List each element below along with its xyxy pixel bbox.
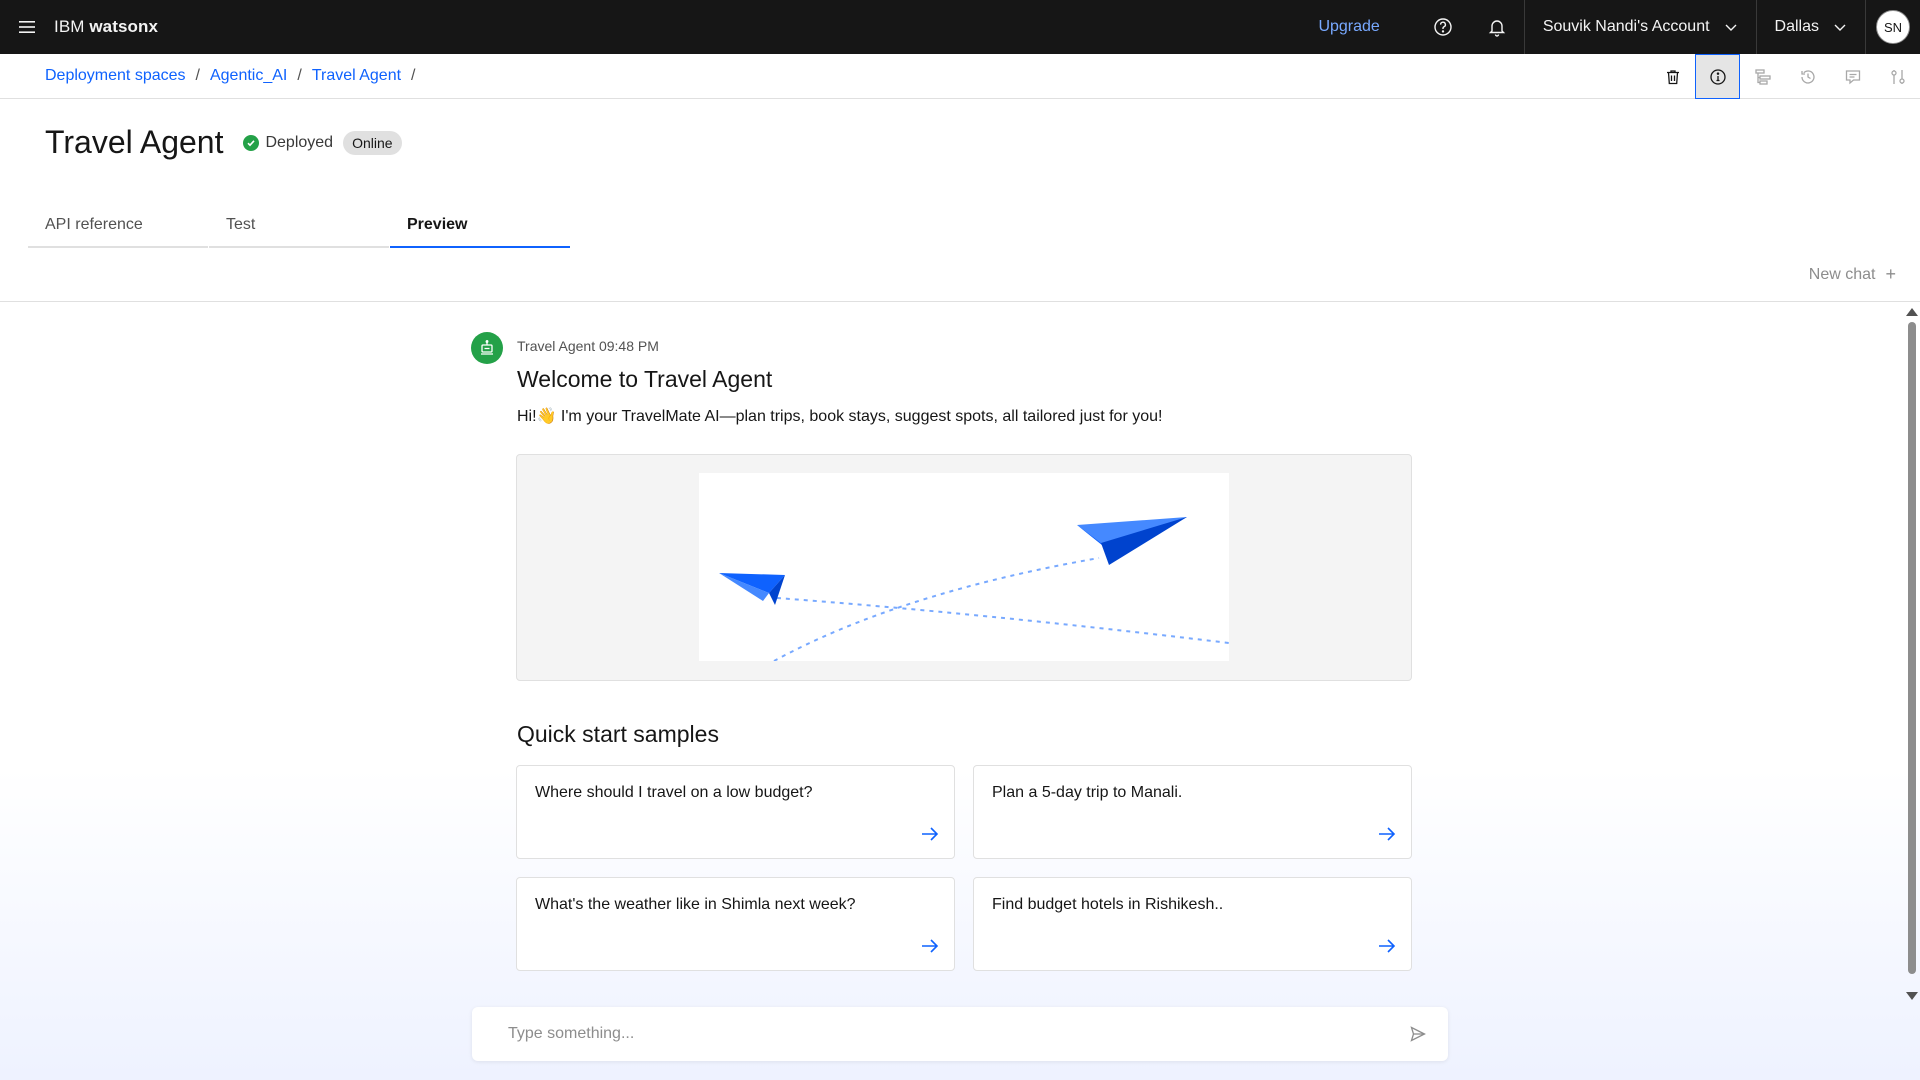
status-label: Deployed [265, 133, 334, 151]
region-switcher[interactable]: Dallas [1757, 0, 1865, 54]
scrollbar-thumb[interactable] [1908, 322, 1916, 974]
breadcrumb-separator: / [195, 67, 200, 84]
message-meta: Travel Agent 09:48 PM [517, 338, 659, 354]
arrow-right-icon [1379, 827, 1396, 841]
chat-icon [1845, 69, 1860, 84]
top-header: IBM watsonx Upgrade Souvik Nandi's Accou… [0, 0, 1920, 54]
settings-adjust-icon [1890, 69, 1905, 84]
chat-scrollbar[interactable] [1906, 302, 1920, 1002]
breadcrumb-deployment-spaces[interactable]: Deployment spaces [45, 67, 186, 85]
user-avatar-button[interactable]: SN [1866, 0, 1920, 54]
status-badge: Online [343, 130, 402, 155]
new-chat-label: New chat [1808, 265, 1876, 283]
info-icon [1709, 68, 1726, 85]
send-button[interactable] [1388, 1007, 1448, 1061]
chat-input[interactable] [472, 1007, 1388, 1061]
breadcrumb-separator: / [411, 67, 416, 84]
history-icon [1800, 69, 1815, 84]
tree-view-icon [1754, 68, 1771, 85]
new-chat-button[interactable]: New chat + [1809, 264, 1896, 285]
chevron-down-icon [1725, 24, 1737, 31]
quick-start-card[interactable]: What's the weather like in Shimla next w… [516, 877, 955, 971]
welcome-title: Welcome to Travel Agent [517, 366, 773, 392]
breadcrumb: Deployment spaces / Agentic_AI / Travel … [0, 54, 1920, 99]
account-label: Souvik Nandi's Account [1542, 18, 1710, 35]
quick-start-card[interactable]: Plan a 5-day trip to Manali. [973, 765, 1412, 859]
upgrade-link[interactable]: Upgrade [1318, 18, 1415, 36]
info-button[interactable] [1695, 54, 1740, 99]
region-label: Dallas [1774, 18, 1819, 35]
tab-api-reference[interactable]: API reference [28, 212, 208, 248]
account-switcher[interactable]: Souvik Nandi's Account [1525, 0, 1756, 54]
chevron-down-icon [1834, 24, 1846, 31]
trash-icon [1666, 69, 1679, 84]
breadcrumb-agentic-ai[interactable]: Agentic_AI [210, 67, 287, 85]
avatar: SN [1876, 10, 1910, 44]
scroll-up-arrow-icon[interactable] [1906, 308, 1918, 316]
chat-input-bar [472, 1007, 1448, 1061]
intro-message: Hi!👋 I'm your TravelMate AI—plan trips, … [517, 408, 1163, 425]
paper-planes-illustration [699, 473, 1230, 662]
chat-panel: Travel Agent 09:48 PM Welcome to Travel … [0, 301, 1920, 1080]
breadcrumb-travel-agent[interactable]: Travel Agent [312, 67, 401, 85]
quick-start-text: What's the weather like in Shimla next w… [535, 896, 856, 913]
comments-button[interactable] [1830, 54, 1875, 99]
arrow-right-icon [922, 827, 939, 841]
breadcrumb-separator: / [297, 67, 302, 84]
status-indicator: Deployed [243, 134, 333, 152]
bot-avatar [471, 332, 503, 364]
settings-adjust-button[interactable] [1875, 54, 1920, 99]
quick-start-card[interactable]: Find budget hotels in Rishikesh.. [973, 877, 1412, 971]
brand-name: watsonx [89, 17, 159, 36]
brand-prefix: IBM [54, 17, 85, 36]
page-header: Travel Agent Deployed Online [45, 124, 402, 161]
quick-start-title: Quick start samples [517, 721, 719, 747]
tab-test[interactable]: Test [209, 212, 389, 248]
tab-preview[interactable]: Preview [390, 212, 570, 248]
tree-view-button[interactable] [1740, 54, 1785, 99]
arrow-right-icon [922, 939, 939, 953]
brand-logo[interactable]: IBM watsonx [54, 17, 158, 37]
scroll-down-arrow-icon[interactable] [1906, 992, 1918, 1000]
page-title: Travel Agent [45, 124, 224, 160]
quick-start-text: Plan a 5-day trip to Manali. [992, 784, 1183, 801]
robot-icon [481, 340, 493, 355]
menu-icon[interactable] [0, 0, 54, 54]
quick-start-card[interactable]: Where should I travel on a low budget? [516, 765, 955, 859]
send-icon [1410, 1026, 1426, 1042]
quick-start-text: Where should I travel on a low budget? [535, 784, 813, 801]
arrow-right-icon [1379, 939, 1396, 953]
tab-list: API reference Test Preview [28, 212, 571, 248]
checkmark-icon [243, 134, 260, 151]
notification-bell-icon[interactable] [1470, 0, 1524, 54]
history-button[interactable] [1785, 54, 1830, 99]
plus-icon: + [1885, 264, 1896, 284]
quick-start-text: Find budget hotels in Rishikesh.. [992, 896, 1224, 913]
delete-button[interactable] [1650, 54, 1695, 99]
welcome-media-card [516, 454, 1412, 681]
help-icon[interactable] [1416, 0, 1470, 54]
